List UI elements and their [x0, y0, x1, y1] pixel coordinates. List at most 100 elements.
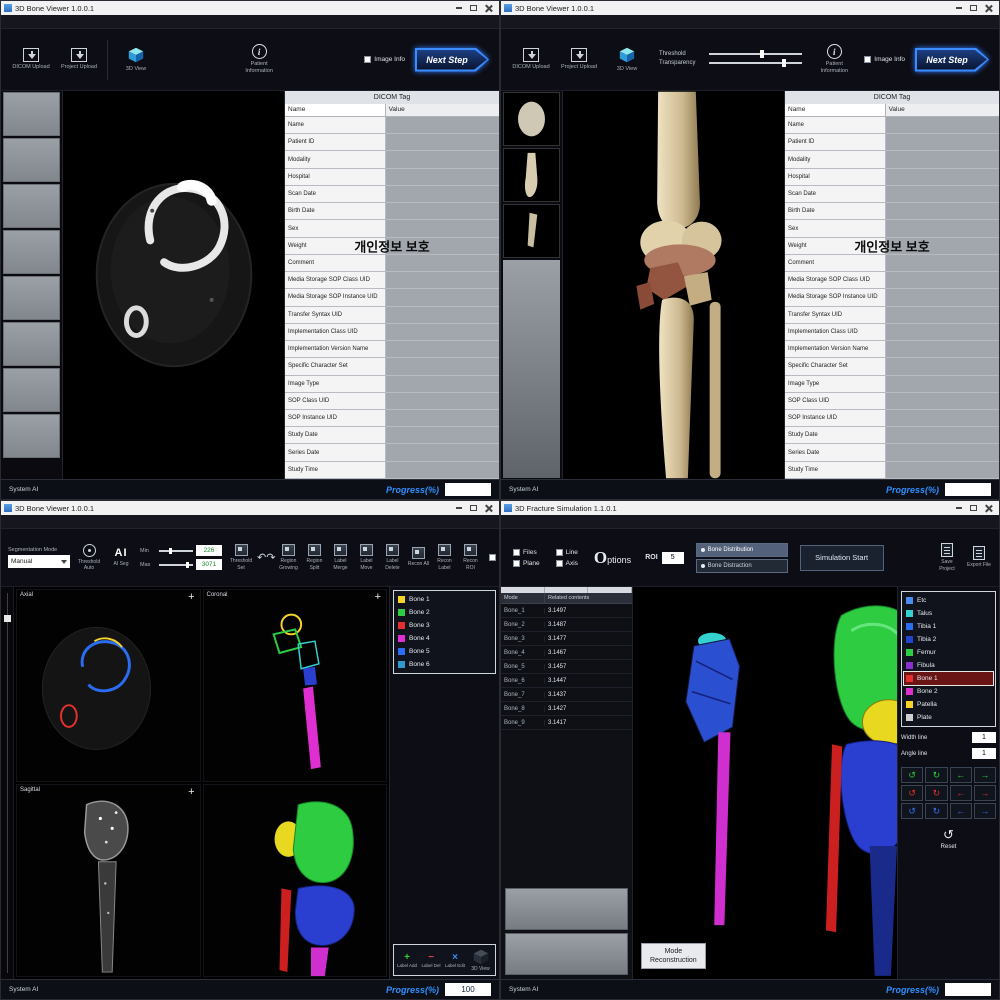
- segmentation-tool-button[interactable]: Label Move: [354, 544, 378, 571]
- minimize-button[interactable]: [451, 502, 466, 514]
- threshold-max-slider[interactable]: [159, 564, 193, 566]
- transform-button[interactable]: ↻: [925, 767, 947, 783]
- axis-checkbox[interactable]: Axis: [556, 560, 578, 567]
- slider-handle[interactable]: [4, 615, 11, 622]
- mask-tool-button[interactable]: − Label Del: [420, 952, 442, 968]
- transform-button[interactable]: ↺: [901, 785, 923, 801]
- label-item[interactable]: Patella: [904, 698, 993, 711]
- table-row[interactable]: Bone_3 3.1477: [501, 632, 632, 646]
- table-row[interactable]: Bone_1 3.1497: [501, 604, 632, 618]
- segmentation-tool-button[interactable]: Recon All: [406, 544, 430, 571]
- ai-segmentation-button[interactable]: AI AI Seg: [109, 547, 133, 567]
- next-step-button[interactable]: Next Step: [415, 48, 489, 72]
- table-row[interactable]: Bone_8 3.1427: [501, 702, 632, 716]
- label-item[interactable]: Bone 4: [396, 632, 493, 645]
- titlebar[interactable]: 3D Bone Viewer 1.0.0.1: [1, 501, 499, 515]
- label-item[interactable]: Fibula: [904, 659, 993, 672]
- thumbnail-track[interactable]: [503, 260, 560, 478]
- maximize-button[interactable]: [966, 2, 981, 14]
- table-row[interactable]: Bone_2 3.1487: [501, 618, 632, 632]
- volume-3d-viewport[interactable]: [563, 91, 784, 479]
- transform-button[interactable]: →: [974, 803, 996, 819]
- table-row[interactable]: Bone_4 3.1467: [501, 646, 632, 660]
- titlebar[interactable]: 3D Bone Viewer 1.0.0.1: [501, 1, 999, 15]
- threshold-min-slider[interactable]: [159, 550, 193, 552]
- minimize-button[interactable]: [451, 2, 466, 14]
- simulation-start-button[interactable]: Simulation Start: [800, 545, 884, 571]
- slice-thumbnail[interactable]: [3, 276, 60, 320]
- transform-button[interactable]: ←: [950, 803, 972, 819]
- project-upload-button[interactable]: Project Upload: [559, 48, 599, 71]
- bone-distribution-button[interactable]: Bone Distribution: [696, 543, 788, 557]
- label-item[interactable]: Bone 1: [396, 593, 493, 606]
- preview-thumbnail[interactable]: [505, 933, 628, 975]
- undo-button[interactable]: ↶: [257, 550, 266, 566]
- segmentation-tool-button[interactable]: Region Growing: [276, 544, 300, 571]
- slice-thumbnail[interactable]: [3, 230, 60, 274]
- plane-checkbox[interactable]: Plane: [513, 560, 540, 567]
- label-item[interactable]: Talus: [904, 607, 993, 620]
- close-button[interactable]: [481, 502, 496, 514]
- contour-view-checkbox[interactable]: Contour View: [489, 554, 499, 561]
- label-item[interactable]: Bone 6: [396, 658, 493, 671]
- label-item[interactable]: Etc: [904, 594, 993, 607]
- label-item[interactable]: Tibia 2: [904, 633, 993, 646]
- threshold-auto-button[interactable]: Threshold Auto: [77, 544, 101, 572]
- transform-button[interactable]: ←: [950, 785, 972, 801]
- titlebar[interactable]: 3D Bone Viewer 1.0.0.1: [1, 1, 499, 15]
- mask-tool-button[interactable]: + Label Add: [396, 952, 418, 968]
- threshold-max-value[interactable]: [196, 559, 222, 570]
- ct-axial-viewport[interactable]: [63, 91, 284, 479]
- line-checkbox[interactable]: Line: [556, 549, 578, 556]
- viewport-coronal[interactable]: Coronal: [203, 589, 388, 782]
- table-row[interactable]: Bone_9 3.1417: [501, 716, 632, 730]
- slice-thumbnail[interactable]: [3, 322, 60, 366]
- close-button[interactable]: [981, 2, 996, 14]
- threshold-slider[interactable]: [709, 53, 802, 55]
- table-row[interactable]: Bone_7 3.1437: [501, 688, 632, 702]
- transform-button[interactable]: ↺: [901, 767, 923, 783]
- transform-button[interactable]: →: [974, 767, 996, 783]
- simulation-3d-viewport[interactable]: Mode Reconstruction: [633, 587, 897, 979]
- slice-thumbnail[interactable]: [3, 414, 60, 458]
- 3d-view-button[interactable]: 3D View: [116, 46, 156, 73]
- threshold-min-value[interactable]: [196, 545, 222, 556]
- segmentation-tool-button[interactable]: Recon Label: [432, 544, 456, 571]
- label-item[interactable]: Femur: [904, 646, 993, 659]
- viewport-axial[interactable]: Axial: [16, 589, 201, 782]
- minimize-button[interactable]: [951, 502, 966, 514]
- titlebar[interactable]: 3D Fracture Simulation 1.1.0.1: [501, 501, 999, 515]
- maximize-button[interactable]: [966, 502, 981, 514]
- bone-thumbnail[interactable]: [503, 204, 560, 258]
- slice-thumbnail-list[interactable]: [1, 91, 63, 479]
- maximize-button[interactable]: [466, 2, 481, 14]
- image-info-checkbox[interactable]: Image Info: [864, 56, 905, 63]
- width-line-input[interactable]: [972, 732, 996, 743]
- viewport-3d-seg[interactable]: [203, 784, 388, 977]
- bone-thumbnail-list[interactable]: [501, 91, 563, 479]
- label-item[interactable]: Bone 2: [396, 606, 493, 619]
- options-button[interactable]: O ptions: [594, 548, 631, 568]
- label-item[interactable]: Bone 3: [396, 619, 493, 632]
- patient-information-button[interactable]: Patient Information: [239, 44, 279, 75]
- preview-thumbnail[interactable]: [505, 888, 628, 930]
- label-item[interactable]: Tibia 1: [904, 620, 993, 633]
- dicom-upload-button[interactable]: DICOM Upload: [511, 48, 551, 71]
- segmentation-tool-button[interactable]: Label Delete: [380, 544, 404, 571]
- transparency-slider[interactable]: [709, 62, 802, 64]
- table-row[interactable]: Bone_6 3.1447: [501, 674, 632, 688]
- bone-distraction-button[interactable]: Bone Distraction: [696, 559, 788, 573]
- slice-thumbnail[interactable]: [3, 368, 60, 412]
- project-upload-button[interactable]: Project Upload: [59, 48, 99, 71]
- slice-thumbnail[interactable]: [3, 92, 60, 136]
- maximize-button[interactable]: [466, 502, 481, 514]
- transform-button[interactable]: ↻: [925, 785, 947, 801]
- redo-button[interactable]: ↷: [266, 550, 275, 566]
- threshold-set-button[interactable]: Threshold Set: [229, 544, 253, 571]
- 3d-view-button[interactable]: 3D View: [607, 46, 647, 73]
- mode-reconstruction-button[interactable]: Mode Reconstruction: [641, 943, 706, 969]
- slice-slider[interactable]: [1, 587, 14, 979]
- transform-button[interactable]: →: [974, 785, 996, 801]
- label-item[interactable]: Bone 1: [904, 672, 993, 685]
- viewport-sagittal[interactable]: Sagittal: [16, 784, 201, 977]
